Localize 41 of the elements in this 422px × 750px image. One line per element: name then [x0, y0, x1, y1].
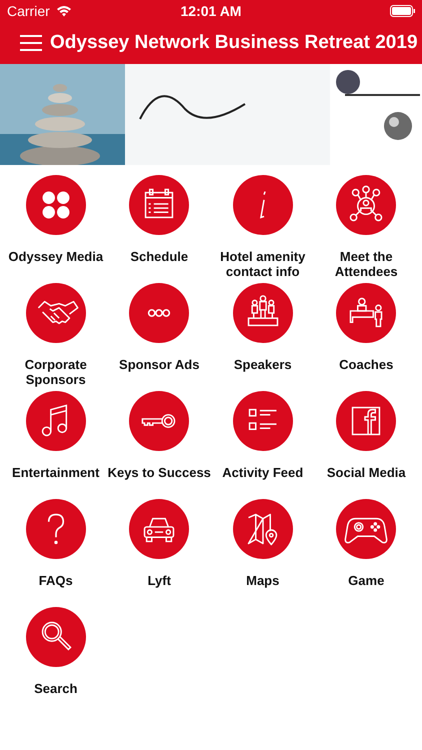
car-icon: [129, 499, 190, 559]
menu-tile[interactable]: Hotel amenity contact info: [211, 175, 314, 283]
battery-icon: [390, 5, 416, 17]
calendar-icon: [129, 175, 190, 235]
carrier-label: Carrier: [7, 3, 50, 19]
menu-tile[interactable]: Coaches: [314, 283, 418, 391]
menu-tile[interactable]: Sponsor Ads: [108, 283, 211, 391]
info-icon: [232, 175, 293, 235]
clock-time: 12:01 AM: [180, 3, 242, 19]
menu-tile[interactable]: Entertainment: [4, 391, 108, 499]
ellipsis-icon: [129, 283, 190, 343]
menu-button[interactable]: [20, 35, 42, 51]
podium-icon: [232, 283, 293, 343]
app-title: Odyssey Network Business Retreat 2019: [50, 32, 418, 54]
menu-tile[interactable]: Activity Feed: [211, 391, 314, 499]
map-icon: [232, 499, 293, 559]
desk-icon: [336, 283, 396, 343]
letter-f-icon: [336, 391, 396, 451]
network-icon: [336, 175, 396, 235]
menu-tile[interactable]: Social Media: [314, 391, 418, 499]
menu-tile[interactable]: Meet the Attendees: [314, 175, 418, 283]
list-icon: [232, 391, 293, 451]
menu-tile[interactable]: FAQs: [4, 499, 108, 607]
handshake-icon: [26, 283, 86, 343]
menu-tile[interactable]: Lyft: [108, 499, 211, 607]
question-icon: [26, 499, 86, 559]
menu-icon: [20, 35, 42, 51]
menu-tile[interactable]: Search: [4, 607, 108, 715]
wifi-icon: [56, 5, 72, 17]
menu-tile[interactable]: Odyssey Media: [4, 175, 108, 283]
gamepad-icon: [336, 499, 396, 559]
music-note-icon: [26, 391, 86, 451]
menu-tile[interactable]: Schedule: [108, 175, 211, 283]
four-dots-icon: [26, 175, 86, 235]
menu-tile[interactable]: Corporate Sponsors: [4, 283, 108, 391]
menu-tile[interactable]: Keys to Success: [108, 391, 211, 499]
menu-tile[interactable]: Speakers: [211, 283, 314, 391]
search-icon: [26, 607, 86, 667]
key-icon: [129, 391, 190, 451]
menu-tile[interactable]: Game: [314, 499, 418, 607]
menu-tile[interactable]: Maps: [211, 499, 314, 607]
